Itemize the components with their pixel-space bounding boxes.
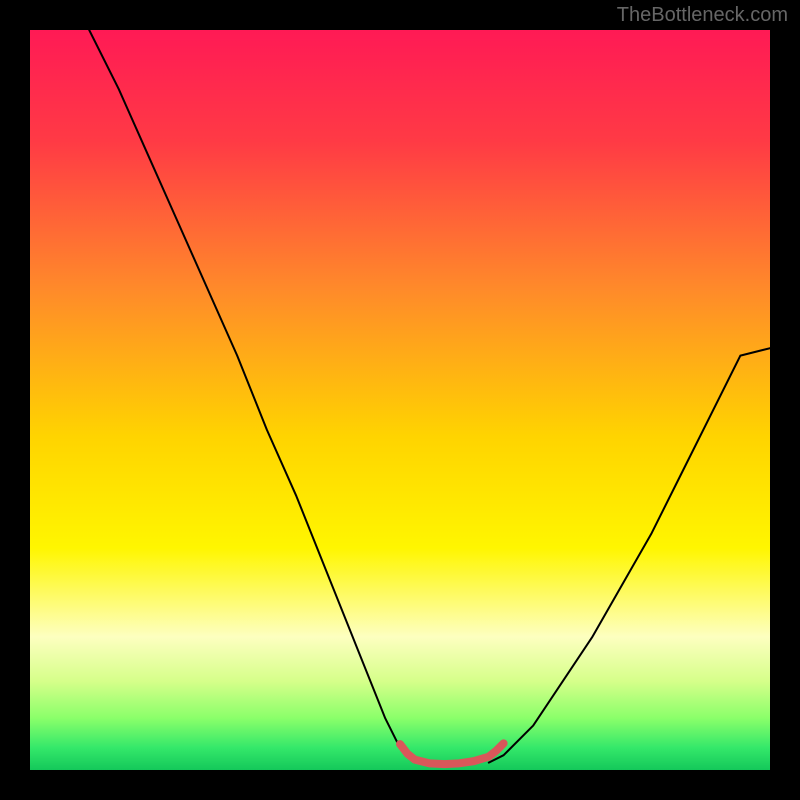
- chart-plot-area: [30, 30, 770, 770]
- chart-svg: [30, 30, 770, 770]
- watermark-text: TheBottleneck.com: [617, 4, 788, 27]
